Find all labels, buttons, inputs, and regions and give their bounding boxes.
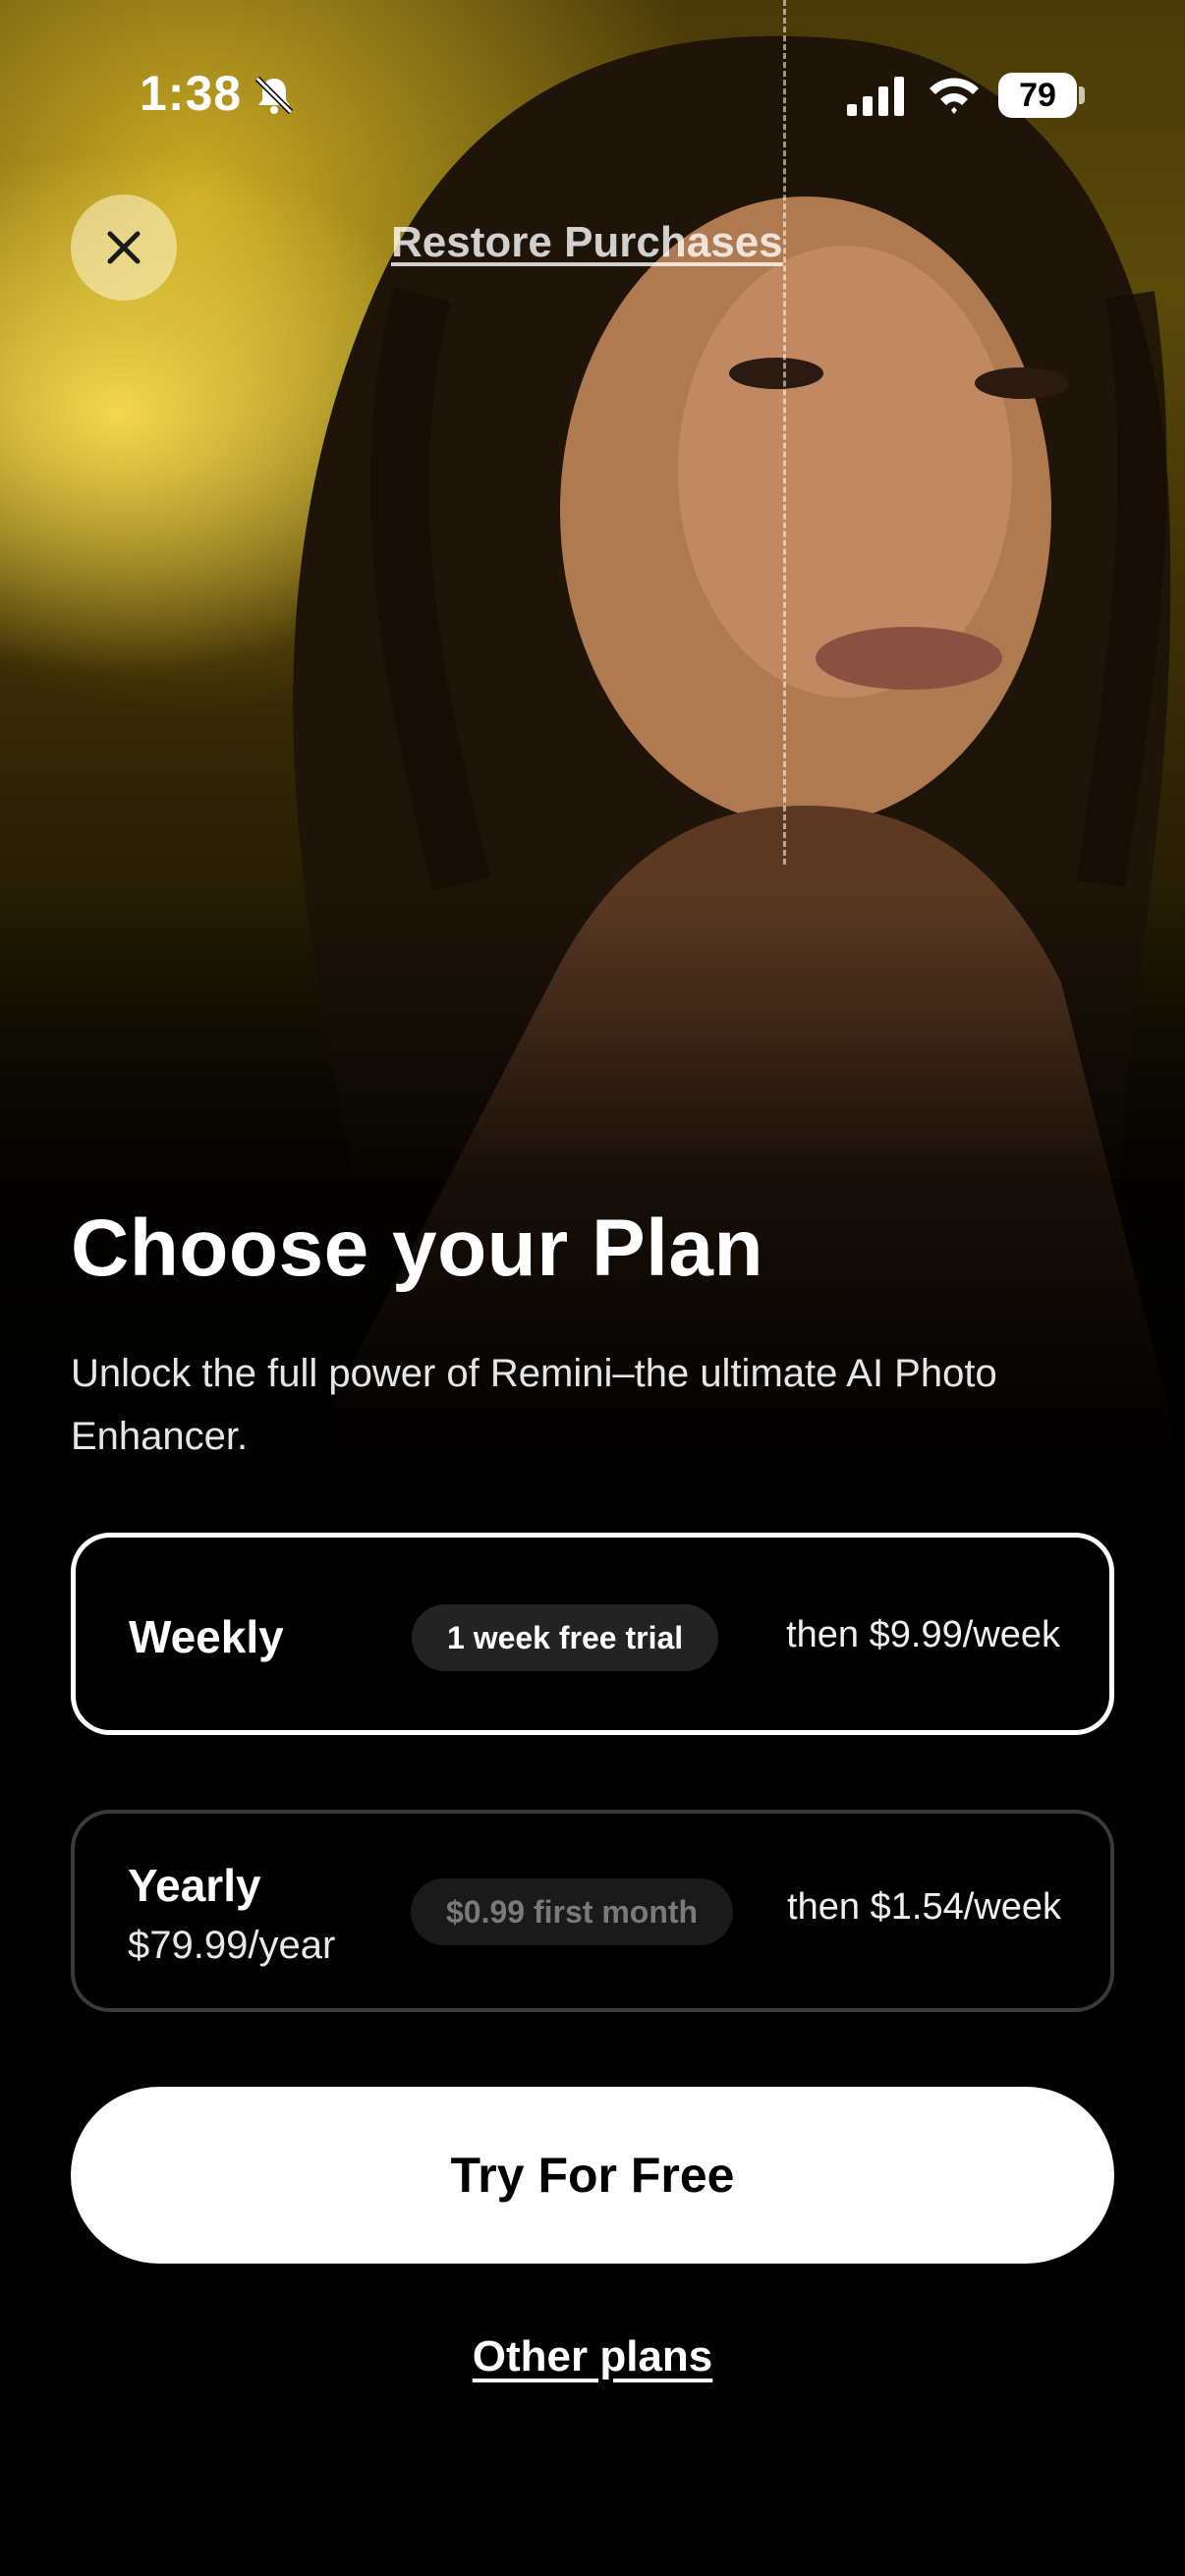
restore-purchases-link[interactable]: Restore Purchases	[391, 218, 783, 267]
plan-then-price: then $9.99/week	[786, 1614, 1060, 1655]
signal-icon	[847, 77, 904, 116]
battery-icon: 79	[998, 73, 1077, 118]
plan-price: $79.99/year	[128, 1924, 336, 1967]
page-title: Choose your Plan	[71, 1204, 764, 1293]
try-for-free-button[interactable]: Try For Free	[71, 2087, 1114, 2264]
plan-badge: 1 week free trial	[412, 1604, 719, 1671]
paywall-screen: 1:38 79 Restore Purchases Choose your Pl…	[0, 0, 1185, 2576]
wifi-icon	[930, 78, 979, 114]
status-time: 1:38	[140, 66, 243, 121]
plan-option-yearly[interactable]: Yearly $79.99/year $0.99 first month the…	[71, 1810, 1114, 2012]
bell-slash-icon	[254, 76, 294, 115]
battery-nub	[1079, 86, 1085, 104]
plan-name: Weekly	[129, 1611, 284, 1662]
plan-option-weekly[interactable]: Weekly 1 week free trial then $9.99/week	[71, 1533, 1114, 1735]
plan-badge: $0.99 first month	[411, 1878, 734, 1945]
status-bar: 1:38 79	[0, 0, 1185, 187]
plan-name: Yearly	[128, 1860, 261, 1911]
close-icon	[107, 231, 141, 264]
other-plans-link[interactable]: Other plans	[0, 2332, 1185, 2381]
plan-then-price: then $1.54/week	[787, 1886, 1061, 1928]
close-button[interactable]	[71, 195, 177, 301]
page-subtitle: Unlock the full power of Remini–the ulti…	[71, 1352, 997, 1458]
